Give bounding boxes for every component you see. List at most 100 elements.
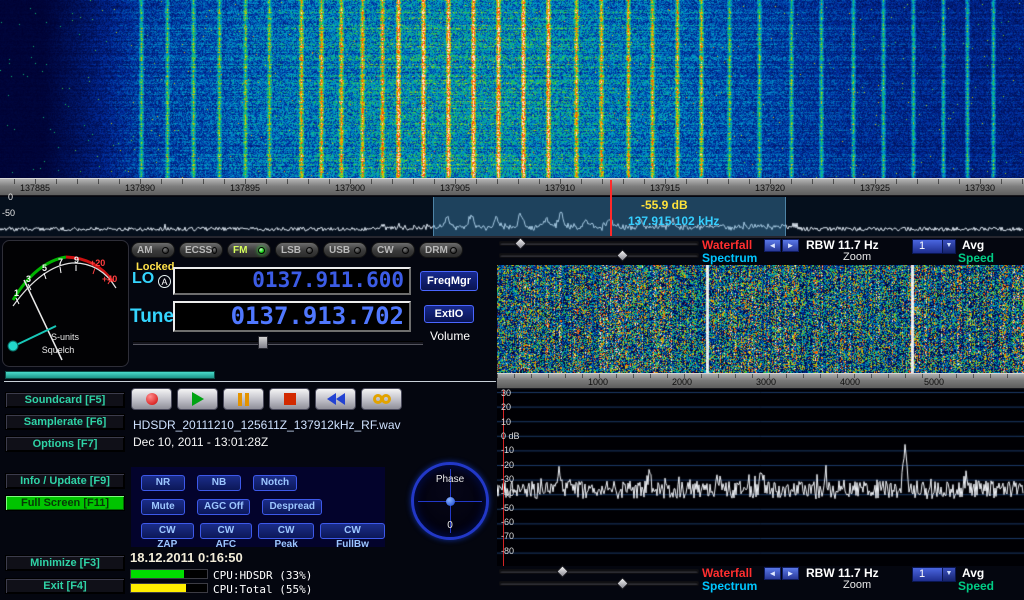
freq-tick-label: 4000 — [840, 377, 860, 387]
cpu-total-bar — [130, 583, 208, 593]
lo-frequency-display[interactable]: 0137.911.600 — [173, 267, 411, 295]
mode-fm-button[interactable]: FM — [227, 242, 271, 258]
freqmgr-button[interactable]: FreqMgr — [420, 271, 478, 291]
db-scale-label: -70 — [501, 531, 514, 541]
zoom-label: Zoom — [843, 579, 871, 591]
rewind-button[interactable] — [315, 388, 356, 410]
info-update-button[interactable]: Info / Update [F9] — [5, 473, 125, 489]
pause-icon — [238, 393, 249, 406]
extio-button[interactable]: ExtIO — [424, 305, 474, 323]
freq-tick-label: 137895 — [230, 183, 260, 193]
fullscreen-button[interactable]: Full Screen [F11] — [5, 495, 125, 511]
tune-frequency-display[interactable]: 0137.913.702 — [173, 301, 411, 332]
db-scale-label: 30 — [501, 388, 511, 398]
notch-button[interactable]: Notch — [253, 475, 297, 491]
signal-level-readout: -55.9 dB — [641, 198, 688, 212]
waterfall-contrast-slider[interactable] — [499, 569, 699, 574]
phase-scope: Phase 0 — [411, 462, 489, 540]
avg-select[interactable]: 1 ▼ — [912, 239, 956, 254]
cw-peak-button[interactable]: CW Peak — [258, 523, 314, 539]
smeter-units-label: S-units — [51, 332, 80, 342]
lo-label: LO — [132, 270, 154, 288]
smeter-scale-label: +40 — [102, 274, 117, 284]
record-button[interactable] — [131, 388, 172, 410]
spectrum-range-thumb[interactable] — [616, 249, 629, 262]
volume-slider-thumb[interactable] — [258, 336, 268, 349]
cw-afc-button[interactable]: CW AFC — [200, 523, 253, 539]
spectrum-range-slider[interactable] — [499, 581, 699, 586]
smeter-scale-label: 7 — [58, 257, 63, 267]
squelch-level-bar[interactable] — [5, 371, 215, 379]
tune-label: Tune — [130, 306, 174, 328]
mode-led-icon — [450, 247, 457, 254]
zoom-left-button[interactable]: ◄ — [764, 239, 781, 252]
zoom-left-button[interactable]: ◄ — [764, 567, 781, 580]
audio-frequency-ruler[interactable]: 1000 2000 3000 4000 5000 — [497, 373, 1024, 389]
record-icon — [146, 393, 158, 405]
spectrum-tab[interactable]: Spectrum — [702, 251, 757, 265]
avg-select[interactable]: 1 ▼ — [912, 567, 956, 582]
s-meter: 1 3 5 7 9 +20 +40 S-units Squelch — [2, 240, 129, 367]
pause-button[interactable] — [223, 388, 264, 410]
mode-led-icon — [258, 247, 265, 254]
options-button[interactable]: Options [F7] — [5, 436, 125, 452]
rf-spectrum-panel[interactable]: 30 20 10 0 dB -10 -20 -30 -40 -50 -60 -7… — [497, 390, 1024, 566]
exit-button[interactable]: Exit [F4] — [5, 578, 125, 594]
zoom-right-button[interactable]: ► — [782, 567, 799, 580]
volume-slider[interactable] — [133, 341, 423, 345]
waterfall-tab[interactable]: Waterfall — [702, 238, 752, 252]
strip-db-label: 0 — [8, 192, 13, 202]
play-button[interactable] — [177, 388, 218, 410]
chevron-down-icon[interactable]: ▼ — [942, 568, 955, 581]
db-scale-label: 0 dB — [501, 431, 520, 441]
soundcard-button[interactable]: Soundcard [F5] — [5, 392, 125, 408]
db-scale-label: -40 — [501, 488, 514, 498]
rf-spectrum-display[interactable] — [497, 390, 1024, 566]
mode-drm-button[interactable]: DRM — [419, 242, 463, 258]
db-scale-label: 10 — [501, 417, 511, 427]
frequency-readout: 137.915.102 kHz — [628, 214, 719, 228]
spectrum-range-thumb[interactable] — [616, 577, 629, 590]
display-controls-top: Waterfall Spectrum ◄ ► RBW 11.7 Hz Zoom … — [497, 238, 1024, 264]
waterfall-contrast-thumb[interactable] — [514, 237, 527, 250]
spectrum-tab[interactable]: Spectrum — [702, 579, 757, 593]
mode-ecss-button[interactable]: ECSS — [179, 242, 223, 258]
loop-button[interactable] — [361, 388, 402, 410]
frequency-ruler[interactable]: 137885 137890 137895 137900 137905 13791… — [0, 178, 1024, 196]
mode-usb-button[interactable]: USB — [323, 242, 367, 258]
mode-lsb-button[interactable]: LSB — [275, 242, 319, 258]
mode-cw-button[interactable]: CW — [371, 242, 415, 258]
cw-fullbw-button[interactable]: CW FullBw — [320, 523, 385, 539]
cw-zap-button[interactable]: CW ZAP — [141, 523, 194, 539]
recording-timestamp: Dec 10, 2011 - 13:01:28Z — [133, 435, 268, 449]
wav-filename: HDSDR_20111210_125611Z_137912kHz_RF.wav — [133, 418, 401, 432]
waterfall-tab[interactable]: Waterfall — [702, 566, 752, 580]
freq-tick-label: 137905 — [440, 183, 470, 193]
mute-button[interactable]: Mute — [141, 499, 185, 515]
mode-led-icon — [306, 247, 313, 254]
db-scale-label: -10 — [501, 445, 514, 455]
lo-a-badge[interactable]: A — [158, 275, 171, 288]
waterfall-contrast-slider[interactable] — [499, 241, 699, 246]
waterfall-contrast-thumb[interactable] — [556, 565, 569, 578]
mode-am-button[interactable]: AM — [131, 242, 175, 258]
zoom-right-button[interactable]: ► — [782, 239, 799, 252]
clock-display: 18.12.2011 0:16:50 — [130, 550, 243, 565]
rf-waterfall-display[interactable] — [497, 265, 1024, 373]
phase-label: Phase — [414, 474, 486, 485]
overview-spectrum-panel[interactable]: -55.9 dB 137.915.102 kHz — [0, 197, 1024, 236]
hdsdr-window: 137885 137890 137895 137900 137905 13791… — [0, 0, 1024, 600]
samplerate-button[interactable]: Samplerate [F6] — [5, 414, 125, 430]
agc-button[interactable]: AGC Off — [197, 499, 250, 515]
minimize-button[interactable]: Minimize [F3] — [5, 555, 125, 571]
spectrum-range-slider[interactable] — [499, 253, 699, 258]
stop-button[interactable] — [269, 388, 310, 410]
despread-button[interactable]: Despread — [262, 499, 322, 515]
db-scale-label: -50 — [501, 503, 514, 513]
main-waterfall-display[interactable] — [0, 0, 1024, 178]
freq-tick-label: 2000 — [672, 377, 692, 387]
db-scale-label: -60 — [501, 517, 514, 527]
nb-button[interactable]: NB — [197, 475, 241, 491]
chevron-down-icon[interactable]: ▼ — [942, 240, 955, 253]
nr-button[interactable]: NR — [141, 475, 185, 491]
